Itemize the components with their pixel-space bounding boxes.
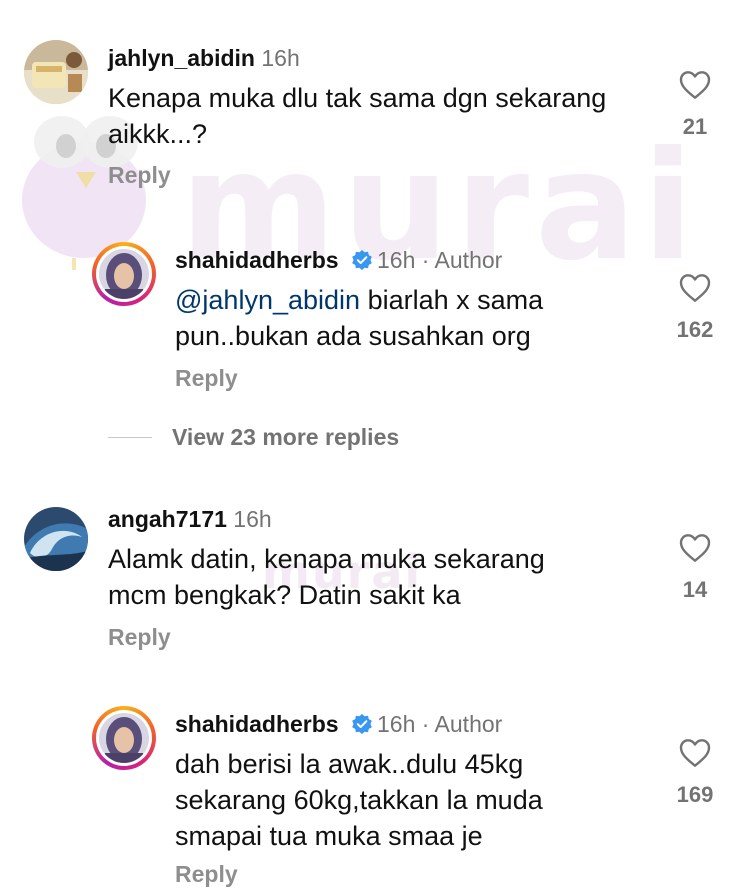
verified-badge-icon: [352, 714, 372, 734]
comment-line: Alamk datin, kenapa muka sekarang: [108, 544, 545, 574]
comment-item: angah7171 16h Alamk datin, kenapa muka s…: [0, 495, 750, 665]
comment-item: jahlyn_abidin 16h Kenapa muka dlu tak sa…: [0, 0, 750, 200]
reply-button[interactable]: Reply: [108, 161, 171, 189]
comment-line: pun..bukan ada susahkan org: [175, 321, 531, 351]
timestamp: 16h: [377, 247, 416, 273]
like-count: 169: [676, 782, 714, 807]
comment-header: shahidadherbs 16h · Author: [175, 710, 502, 738]
avatar[interactable]: [24, 40, 88, 104]
comment-text: dah berisi la awak..dulu 45kg sekarang 6…: [175, 746, 543, 854]
timestamp: 16h: [261, 45, 300, 71]
view-more-replies-label[interactable]: View 23 more replies: [172, 424, 399, 451]
comment-line: @jahlyn_abidin biarlah x sama: [175, 282, 543, 318]
like-count: 162: [676, 317, 714, 342]
username[interactable]: shahidadherbs: [175, 711, 339, 737]
comment-header: shahidadherbs 16h · Author: [175, 246, 502, 274]
avatar[interactable]: [92, 706, 156, 770]
comment-line: aikkk...?: [108, 119, 208, 149]
comments-screen: murai murai jahlyn_abidin 16h Kenapa muk…: [0, 0, 750, 894]
avatar[interactable]: [92, 242, 156, 306]
like-control[interactable]: 162: [665, 273, 725, 343]
heart-icon[interactable]: [679, 738, 711, 768]
comment-header: angah7171 16h: [108, 505, 272, 533]
comment-line: Kenapa muka dlu tak sama dgn sekarang: [108, 83, 607, 113]
reply-button[interactable]: Reply: [175, 364, 238, 392]
timestamp: 16h: [377, 711, 416, 737]
mention-link[interactable]: @jahlyn_abidin: [175, 285, 360, 315]
separator-dot: ·: [415, 247, 435, 273]
reply-button[interactable]: Reply: [175, 860, 238, 888]
separator-dot: ·: [415, 711, 435, 737]
comment-line: smapai tua muka smaa je: [175, 821, 483, 851]
comment-text: Kenapa muka dlu tak sama dgn sekarang ai…: [108, 80, 606, 152]
username[interactable]: shahidadherbs: [175, 247, 339, 273]
timestamp: 16h: [233, 506, 272, 532]
heart-icon[interactable]: [679, 70, 711, 100]
heart-icon[interactable]: [679, 273, 711, 303]
comment-text: Alamk datin, kenapa muka sekarang mcm be…: [108, 541, 545, 613]
like-count: 14: [682, 577, 708, 602]
comment-line: mcm bengkak? Datin sakit ka: [108, 580, 461, 610]
divider-line: [108, 437, 152, 438]
author-tag: Author: [434, 711, 503, 737]
comment-text: @jahlyn_abidin biarlah x sama pun..bukan…: [175, 282, 543, 354]
comment-line: sekarang 60kg,takkan la muda: [175, 785, 543, 815]
reply-item: shahidadherbs 16h · Author dah berisi la…: [0, 700, 750, 894]
heart-icon[interactable]: [679, 533, 711, 563]
view-more-replies[interactable]: View 23 more replies: [108, 424, 399, 451]
username[interactable]: angah7171: [108, 506, 227, 532]
avatar[interactable]: [24, 507, 88, 571]
reply-item: shahidadherbs 16h · Author @jahlyn_abidi…: [0, 200, 750, 400]
like-control[interactable]: 21: [665, 70, 725, 140]
comment-line: dah berisi la awak..dulu 45kg: [175, 749, 524, 779]
comment-header: jahlyn_abidin 16h: [108, 44, 300, 72]
author-tag: Author: [434, 247, 503, 273]
like-control[interactable]: 169: [665, 738, 725, 808]
comment-text-segment: biarlah x sama: [367, 285, 544, 315]
reply-button[interactable]: Reply: [108, 623, 171, 651]
username[interactable]: jahlyn_abidin: [108, 45, 255, 71]
like-count: 21: [682, 114, 708, 139]
like-control[interactable]: 14: [665, 533, 725, 603]
verified-badge-icon: [352, 250, 372, 270]
